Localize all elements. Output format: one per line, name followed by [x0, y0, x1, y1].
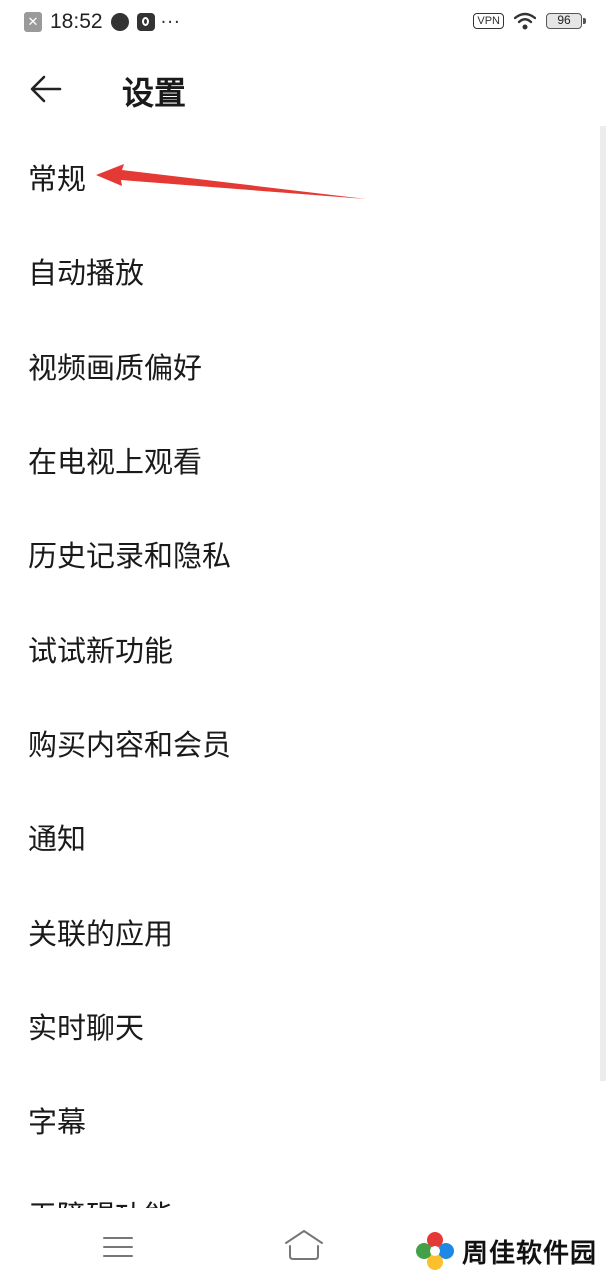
settings-item-autoplay[interactable]: 自动播放: [0, 224, 600, 318]
status-time: 18:52: [50, 10, 103, 33]
app-bar: 设置: [0, 56, 606, 122]
settings-item-general[interactable]: 常规: [0, 130, 600, 224]
page-title: 设置: [122, 74, 187, 112]
settings-item-purchases-memberships[interactable]: 购买内容和会员: [0, 696, 600, 790]
scrollbar[interactable]: [600, 126, 606, 1081]
vpn-indicator: VPN: [473, 13, 504, 29]
settings-item-live-chat[interactable]: 实时聊天: [0, 979, 600, 1073]
watermark: 周佳软件园: [414, 1230, 597, 1272]
status-bar: ✕ 18:52 ··· VPN 96: [0, 0, 606, 48]
close-notification-icon: ✕: [24, 12, 42, 32]
settings-item-video-quality[interactable]: 视频画质偏好: [0, 319, 600, 413]
settings-item-notifications[interactable]: 通知: [0, 790, 600, 884]
pinwheel-logo-icon: [416, 1232, 454, 1270]
back-button[interactable]: [22, 64, 72, 114]
tiktok-icon: [136, 13, 155, 31]
settings-item-watch-on-tv[interactable]: 在电视上观看: [0, 413, 600, 507]
nav-bar: 周佳软件园: [0, 1210, 606, 1280]
settings-item-accessibility[interactable]: 无障碍功能: [0, 1167, 600, 1208]
arrow-left-icon: [30, 75, 62, 103]
app-icon: [110, 13, 129, 31]
more-notifications-icon: ···: [160, 11, 181, 33]
battery-indicator: 96: [546, 13, 586, 29]
nav-menu-button[interactable]: [96, 1230, 140, 1264]
menu-icon: [103, 1237, 133, 1257]
settings-item-try-new-features[interactable]: 试试新功能: [0, 601, 600, 695]
settings-item-history-privacy[interactable]: 历史记录和隐私: [0, 507, 600, 601]
home-icon: [285, 1230, 323, 1260]
watermark-text: 周佳软件园: [462, 1238, 598, 1269]
settings-item-connected-apps[interactable]: 关联的应用: [0, 884, 600, 978]
settings-item-captions[interactable]: 字幕: [0, 1073, 600, 1167]
nav-home-button[interactable]: [280, 1226, 328, 1266]
wifi-icon: [514, 12, 536, 30]
settings-list: 常规 自动播放 视频画质偏好 在电视上观看 历史记录和隐私 试试新功能 购买内容…: [0, 130, 600, 1208]
